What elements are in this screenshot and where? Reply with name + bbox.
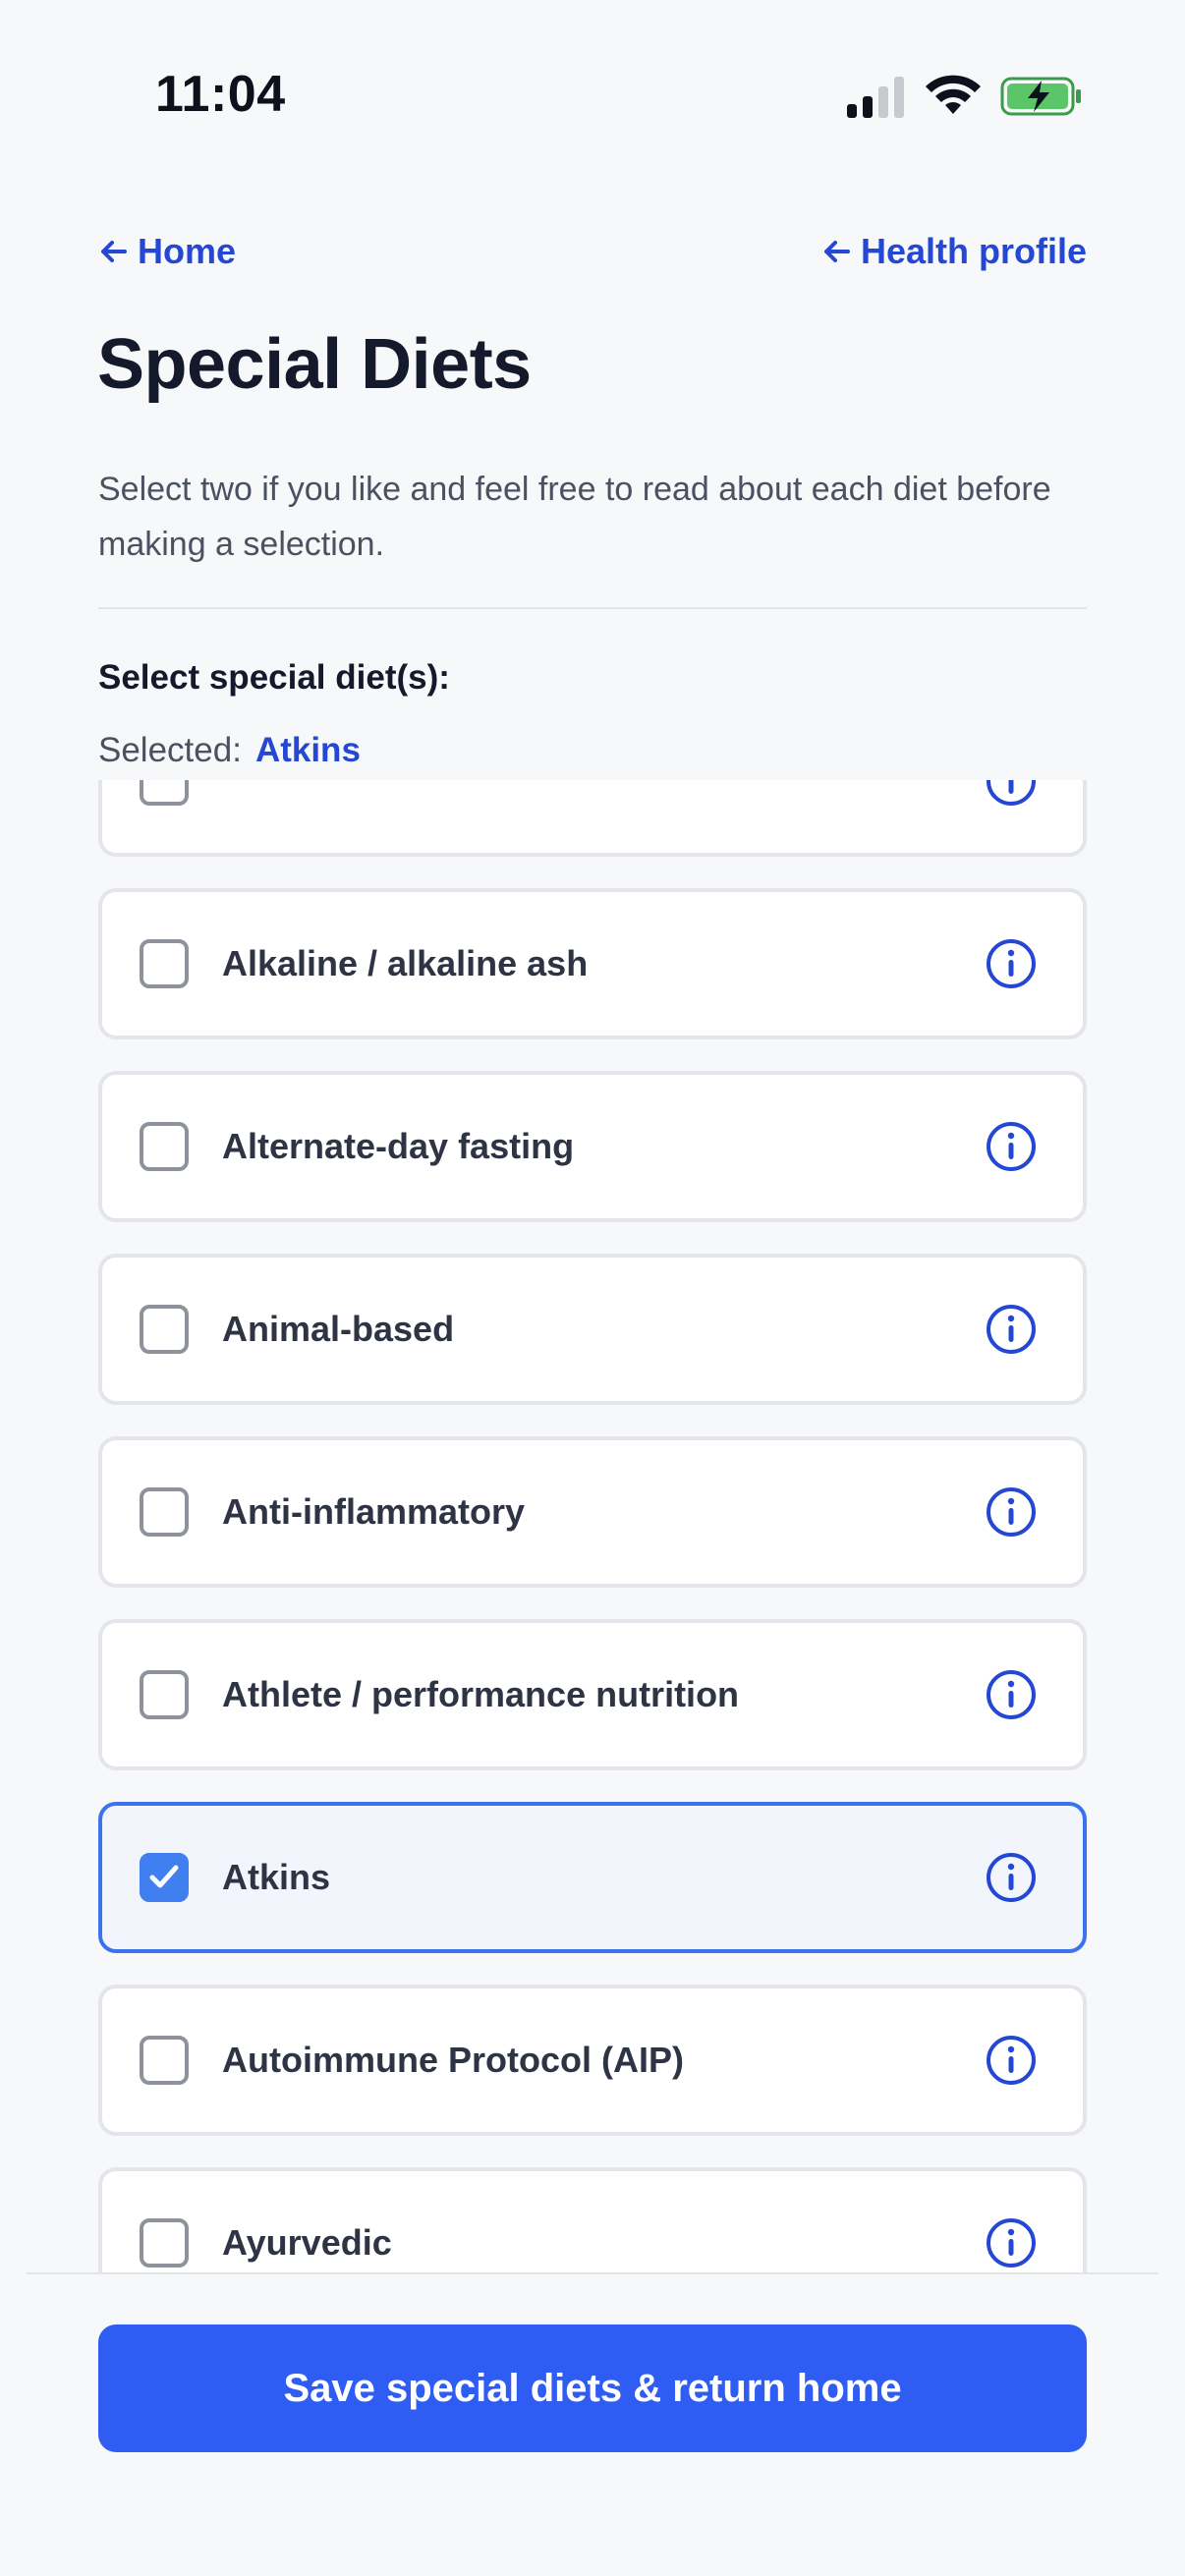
diet-checkbox[interactable]	[140, 2218, 189, 2268]
info-icon[interactable]	[985, 1120, 1038, 1173]
diet-label: Autoimmune Protocol (AIP)	[222, 2040, 684, 2080]
diet-checkbox[interactable]	[140, 780, 189, 806]
diet-label: Ayurvedic	[222, 2222, 392, 2263]
diet-option-ayurvedic[interactable]: Ayurvedic	[98, 2167, 1087, 2273]
cellular-signal-icon	[847, 77, 904, 118]
diet-checkbox[interactable]	[140, 1305, 189, 1354]
selected-value: Atkins	[254, 731, 361, 769]
status-bar: 11:04	[0, 0, 1185, 187]
info-icon[interactable]	[985, 1485, 1038, 1539]
diet-checkbox[interactable]	[140, 2036, 189, 2085]
save-button[interactable]: Save special diets & return home	[98, 2324, 1087, 2452]
battery-charging-icon	[1000, 77, 1081, 116]
arrow-left-icon	[823, 241, 850, 262]
diet-label: Animal-based	[222, 1309, 455, 1349]
diet-option-partial[interactable]	[98, 780, 1087, 857]
wifi-icon	[926, 75, 981, 114]
diet-list: Alkaline / alkaline ash Alternate-day fas…	[98, 780, 1087, 2273]
health-profile-link[interactable]: Health profile	[821, 228, 1087, 275]
diet-option-athlete-performance-nutrition[interactable]: Athlete / performance nutrition	[98, 1619, 1087, 1770]
diet-option-autoimmune-protocol-aip[interactable]: Autoimmune Protocol (AIP)	[98, 1985, 1087, 2136]
diet-label: Alkaline / alkaline ash	[222, 943, 589, 983]
diet-option-alkaline-alkaline-ash[interactable]: Alkaline / alkaline ash	[98, 888, 1087, 1039]
select-diets-label: Select special diet(s):	[98, 658, 450, 697]
divider	[98, 607, 1087, 609]
footer-divider	[27, 2272, 1158, 2274]
diet-option-anti-inflammatory[interactable]: Anti-inflammatory	[98, 1436, 1087, 1588]
checkmark-icon	[149, 1865, 179, 1888]
diet-list-viewport[interactable]: Alkaline / alkaline ash Alternate-day fas…	[0, 780, 1185, 2273]
diet-label: Athlete / performance nutrition	[222, 1674, 740, 1714]
diet-label: Atkins	[222, 1857, 331, 1897]
diet-checkbox[interactable]	[140, 1853, 189, 1902]
diet-checkbox[interactable]	[140, 1487, 189, 1537]
selected-prefix: Selected:	[98, 731, 242, 769]
info-icon[interactable]	[985, 1303, 1038, 1356]
diet-checkbox[interactable]	[140, 1122, 189, 1171]
info-icon[interactable]	[985, 2216, 1038, 2269]
page-description: Select two if you like and feel free to …	[98, 471, 1051, 563]
diet-checkbox[interactable]	[140, 939, 189, 988]
home-link-label: Home	[138, 231, 237, 271]
diet-label: Anti-inflammatory	[222, 1491, 526, 1532]
diet-option-alternate-day-fasting[interactable]: Alternate-day fasting	[98, 1071, 1087, 1222]
selected-summary: Selected: Atkins	[98, 731, 361, 770]
diet-label: Alternate-day fasting	[222, 1126, 575, 1166]
info-icon[interactable]	[985, 1668, 1038, 1721]
info-icon[interactable]	[985, 937, 1038, 990]
info-icon[interactable]	[985, 2034, 1038, 2087]
diet-option-animal-based[interactable]: Animal-based	[98, 1254, 1087, 1405]
home-link[interactable]: Home	[98, 228, 236, 275]
health-profile-link-label: Health profile	[860, 231, 1087, 271]
arrow-left-icon	[101, 241, 127, 262]
info-icon[interactable]	[985, 780, 1038, 808]
status-icons	[847, 71, 1083, 120]
page-title: Special Diets	[97, 325, 532, 404]
info-icon[interactable]	[985, 1851, 1038, 1904]
diet-checkbox[interactable]	[140, 1670, 189, 1719]
diet-option-atkins[interactable]: Atkins	[98, 1802, 1087, 1953]
status-time: 11:04	[155, 66, 286, 123]
